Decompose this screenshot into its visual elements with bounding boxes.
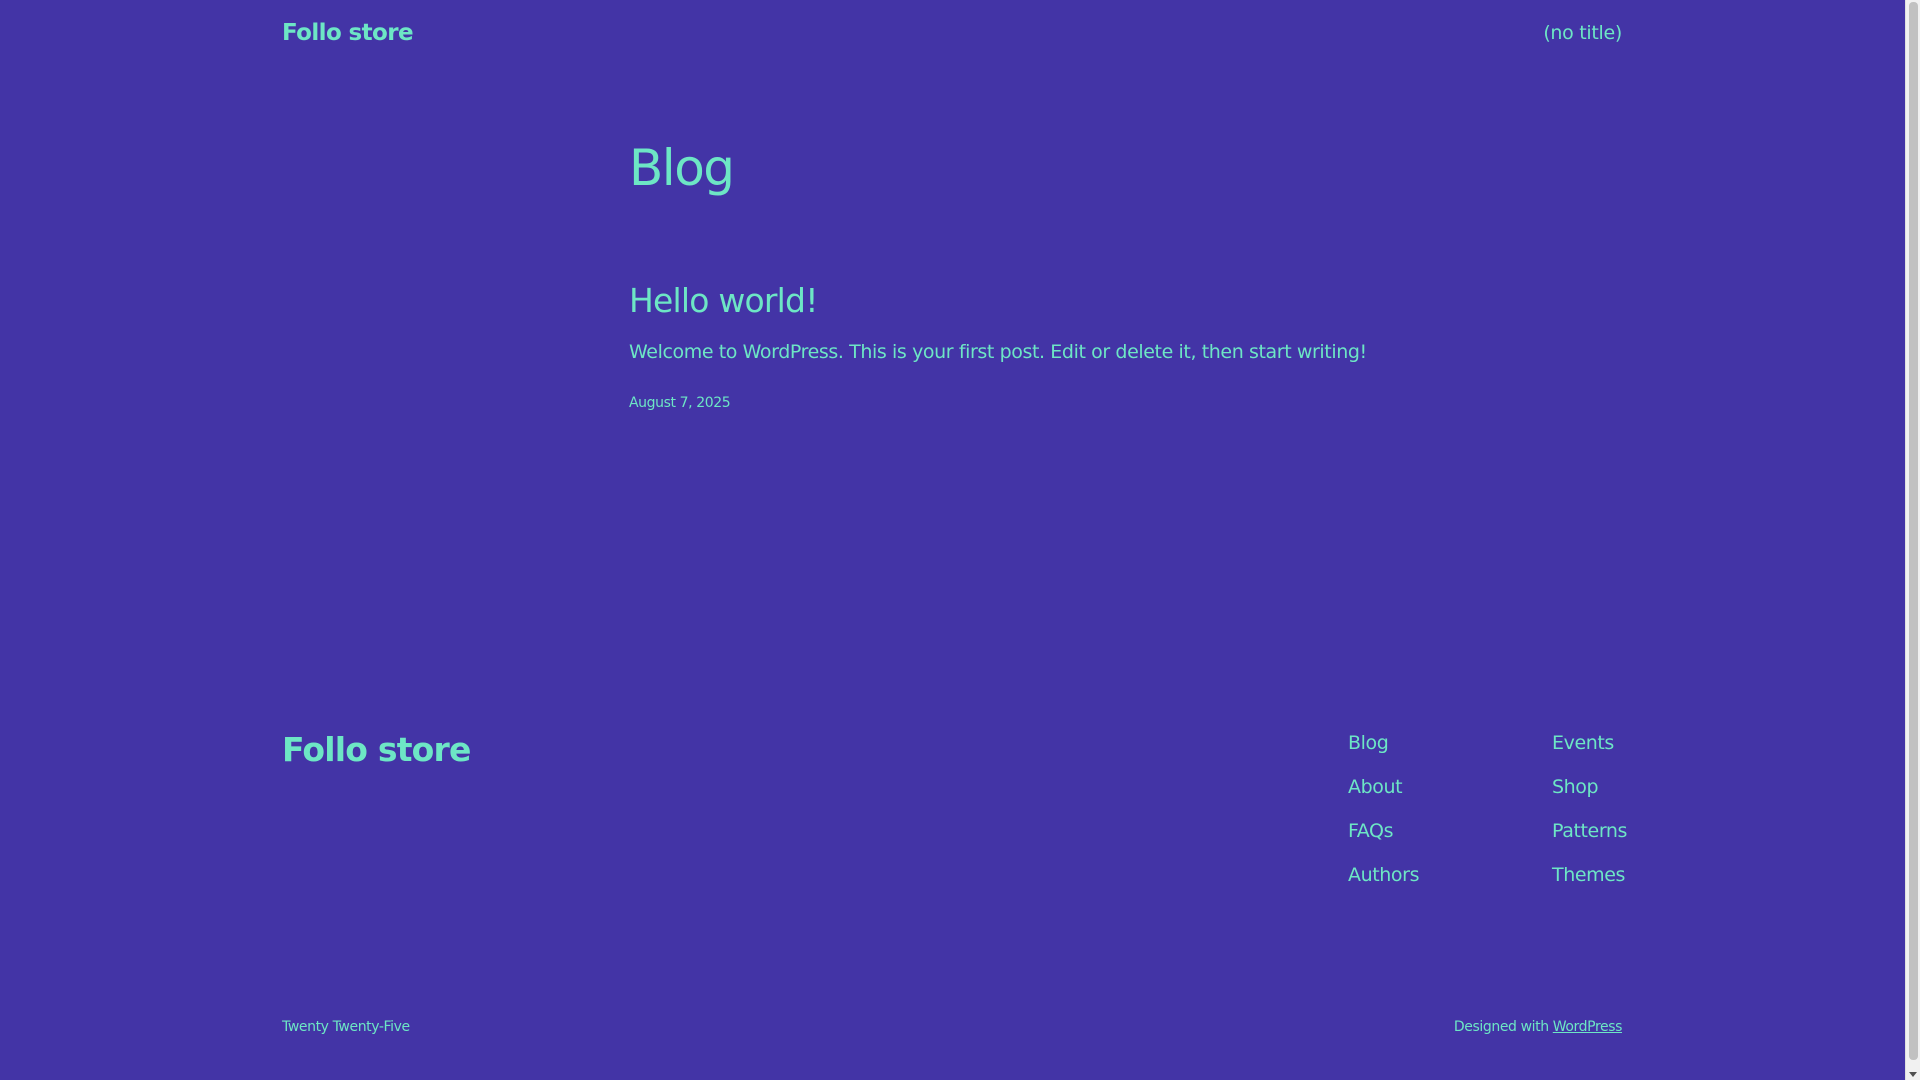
- designed-with-text: Designed with: [1453, 1019, 1549, 1035]
- page: Follo store (no title) Blog Hello world!…: [0, 0, 1905, 1080]
- footer-link-faqs[interactable]: FAQs: [1348, 818, 1419, 862]
- page-title: Blog: [629, 139, 735, 197]
- footer-link-about[interactable]: About: [1348, 774, 1419, 818]
- footer-link-authors[interactable]: Authors: [1348, 862, 1419, 906]
- footer-link-events[interactable]: Events: [1552, 730, 1627, 774]
- footer-nav-column-1: Blog About FAQs Authors: [1348, 730, 1419, 906]
- footer-link-blog[interactable]: Blog: [1348, 730, 1419, 774]
- header-nav-link[interactable]: (no title): [1543, 22, 1622, 44]
- post-title-link[interactable]: Hello world!: [629, 281, 818, 321]
- footer-link-themes[interactable]: Themes: [1552, 862, 1627, 906]
- footer-link-patterns[interactable]: Patterns: [1552, 818, 1627, 862]
- designed-with-credit: Designed with WordPress: [1454, 1019, 1622, 1035]
- scrollbar-thumb[interactable]: [1909, 2, 1918, 1060]
- site-title-link[interactable]: Follo store: [282, 20, 414, 46]
- footer-nav-column-2: Events Shop Patterns Themes: [1552, 730, 1627, 906]
- wordpress-link[interactable]: WordPress: [1553, 1019, 1623, 1035]
- footer-site-title-link[interactable]: Follo store: [282, 728, 471, 772]
- vertical-scrollbar[interactable]: [1905, 0, 1920, 1080]
- post-date-link[interactable]: August 7, 2025: [629, 394, 731, 412]
- scroll-down-arrow-icon[interactable]: [1909, 1072, 1917, 1077]
- theme-credit-link[interactable]: Twenty Twenty-Five: [282, 1019, 410, 1035]
- post-excerpt: Welcome to WordPress. This is your first…: [629, 341, 1367, 363]
- footer-link-shop[interactable]: Shop: [1552, 774, 1627, 818]
